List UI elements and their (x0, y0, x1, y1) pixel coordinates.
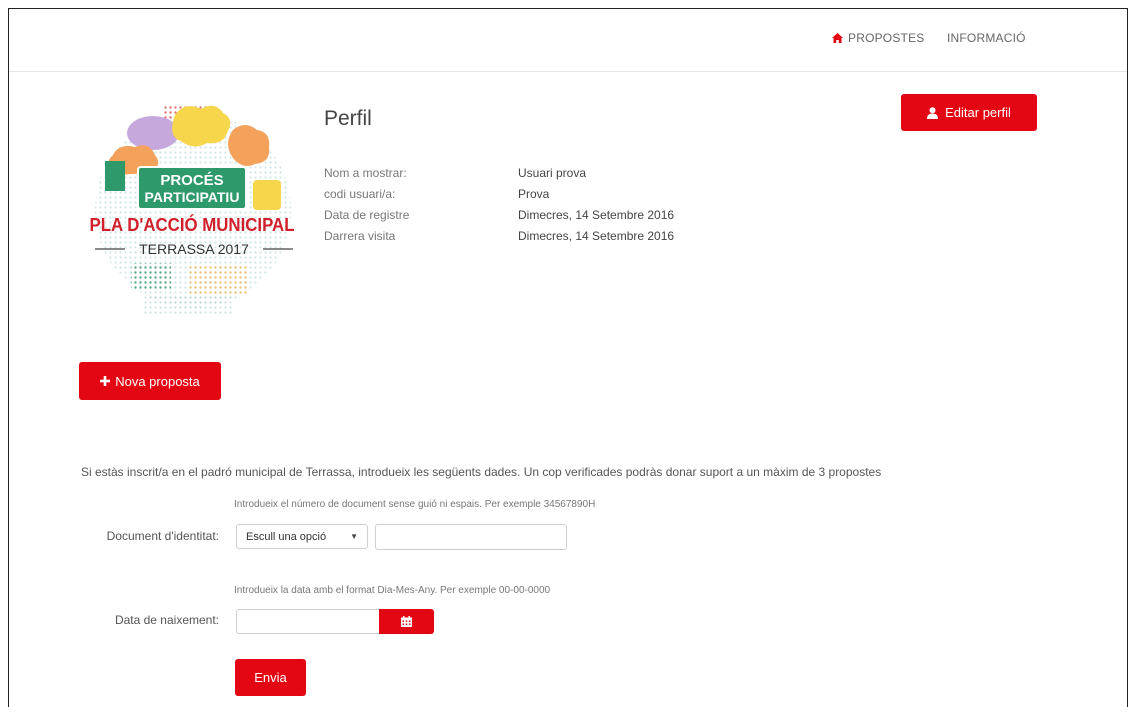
profile-info: Nom a mostrar: Usuari prova codi usuari/… (324, 163, 674, 247)
census-intro-text: Si estàs inscrit/a en el padró municipal… (81, 465, 882, 479)
user-code-value: Prova (518, 187, 550, 201)
nav-informacio[interactable]: INFORMACIÓ (947, 31, 1026, 45)
new-proposal-button[interactable]: Nova proposta (79, 362, 221, 400)
home-icon (832, 33, 843, 43)
profile-title: Perfil (324, 107, 372, 130)
info-row-display-name: Nom a mostrar: Usuari prova (324, 163, 674, 184)
proces-participatiu-logo: PROCÉS PARTICIPATIU PLA D'ACCIÓ MUNICIPA… (90, 105, 295, 315)
info-row-user-code: codi usuari/a: Prova (324, 184, 674, 205)
submit-label: Envia (254, 670, 287, 685)
birthdate-label: Data de naixement: (114, 613, 219, 627)
svg-text:PARTICIPATIU: PARTICIPATIU (145, 189, 240, 205)
birthdate-hint: Introdueix la data amb el format Dia-Mes… (234, 585, 551, 596)
document-label: Document d'identitat: (106, 529, 219, 543)
document-type-value: Escull una opció (246, 530, 327, 543)
user-icon (927, 106, 939, 119)
nav-propostes-label: PROPOSTES (848, 31, 925, 45)
document-type-select[interactable]: Escull una opció ▼ (236, 524, 368, 549)
nav-informacio-label: INFORMACIÓ (947, 31, 1026, 45)
registration-date-label: Data de registre (324, 208, 410, 222)
plus-icon (100, 376, 111, 386)
caret-down-icon: ▼ (350, 532, 358, 541)
last-visit-value: Dimecres, 14 Setembre 2016 (518, 229, 675, 243)
submit-button[interactable]: Envia (235, 659, 306, 696)
user-code-label: codi usuari/a: (324, 187, 396, 201)
display-name-value: Usuari prova (518, 166, 587, 180)
calendar-button[interactable] (379, 609, 434, 634)
birthdate-input[interactable] (236, 609, 380, 634)
document-hint: Introdueix el número de document sense g… (234, 499, 596, 510)
display-name-label: Nom a mostrar: (324, 166, 407, 180)
new-proposal-label: Nova proposta (115, 373, 200, 389)
registration-date-value: Dimecres, 14 Setembre 2016 (518, 208, 675, 222)
edit-profile-button[interactable]: Editar perfil (901, 94, 1037, 131)
info-row-registration-date: Data de registre Dimecres, 14 Setembre 2… (324, 205, 674, 226)
info-row-last-visit: Darrera visita Dimecres, 14 Setembre 201… (324, 226, 674, 247)
svg-text:TERRASSA 2017: TERRASSA 2017 (139, 241, 249, 257)
nav-propostes[interactable]: PROPOSTES (832, 31, 924, 45)
svg-text:PROCÉS: PROCÉS (160, 172, 223, 189)
top-navigation-bar: PROPOSTES INFORMACIÓ (9, 9, 1127, 72)
last-visit-label: Darrera visita (324, 229, 396, 243)
calendar-icon (401, 616, 412, 627)
browser-page: PROPOSTES INFORMACIÓ PROCÉS PARTICIPATIU… (8, 8, 1128, 707)
document-number-input[interactable] (375, 524, 567, 550)
edit-profile-label: Editar perfil (945, 105, 1011, 120)
svg-text:PLA D'ACCIÓ MUNICIPAL: PLA D'ACCIÓ MUNICIPAL (90, 214, 295, 235)
